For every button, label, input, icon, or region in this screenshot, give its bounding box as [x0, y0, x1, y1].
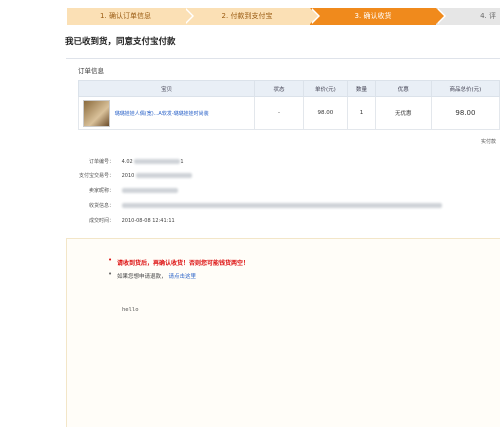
refund-link[interactable]: 请点击这里 [169, 274, 197, 280]
page-title: 我已收到货，同意支付宝付款 [65, 37, 176, 47]
step-confirm-receipt: 3. 确认收货 [310, 8, 446, 25]
step-label: 4. 评 [480, 12, 496, 20]
alipay-trade-row: 支付宝交易号： 2010 [66, 172, 192, 179]
product-link[interactable]: 璐璐娃娃人偶(宽)...A软发-璐璐娃娃时尚装 [115, 111, 209, 117]
alipay-trade-value: 2010 [121, 173, 135, 179]
order-table: 宝贝 状态 单价(元) 数量 优惠 商品总价(元) 璐璐娃娃人偶(宽)...A软… [77, 80, 500, 130]
product-cell: 璐璐娃娃人偶(宽)...A软发-璐璐娃娃时尚装 [77, 96, 256, 130]
column-header: 单价(元) [302, 80, 349, 97]
shipping-label: 收货信息： [88, 203, 114, 209]
hello-text: hello [122, 307, 139, 313]
discount-cell: 无优惠 [374, 96, 432, 130]
seller-row: 卖家昵称： [66, 187, 178, 194]
step-label: 2. 付款到支付宝 [221, 12, 273, 20]
refund-notice: 如果您想申请退款， 请点击这里 [117, 272, 196, 280]
product-thumbnail[interactable] [83, 99, 110, 127]
redacted-value [134, 159, 181, 164]
order-number-value: 4.02 [121, 159, 133, 165]
step-label: 1. 确认订单信息 [100, 12, 151, 20]
redacted-value [121, 203, 442, 208]
order-number-label: 订单编号： [88, 159, 114, 165]
column-header: 商品总价(元) [430, 80, 500, 97]
refund-text: 如果您想申请退款， [117, 274, 167, 280]
receipt-warning: 请收到货后，再确认收货！否则您可能钱货两空！ [117, 260, 250, 267]
price-cell: 98.00 [302, 96, 349, 130]
actual-payment-label: 实付款 [481, 139, 497, 145]
deal-time-row: 成交时间： 2010-08-08 12:41:11 [66, 217, 175, 224]
deal-time-label: 成交时间： [88, 218, 114, 224]
progress-steps: 1. 确认订单信息 2. 付款到支付宝 3. 确认收货 4. 评 [67, 8, 500, 25]
table-header-row: 宝贝 状态 单价(元) 数量 优惠 商品总价(元) [77, 80, 500, 97]
order-number-row: 订单编号： 4.02 1 [66, 158, 184, 165]
redacted-value [121, 188, 178, 193]
bullet-icon: • [108, 270, 113, 278]
alipay-trade-label: 支付宝交易号： [78, 173, 114, 179]
bullet-icon: • [108, 256, 113, 264]
step-confirm-order: 1. 确认订单信息 [67, 8, 194, 25]
quantity-cell: 1 [347, 96, 376, 130]
deal-time-value: 2010-08-08 12:41:11 [121, 218, 175, 224]
column-header: 优惠 [374, 80, 432, 97]
status-cell: - [254, 96, 304, 130]
step-pay-alipay: 2. 付款到支付宝 [184, 8, 320, 25]
shipping-row: 收货信息： [66, 202, 442, 209]
redacted-value [135, 173, 192, 178]
column-header: 状态 [254, 80, 304, 97]
step-label: 3. 确认收货 [354, 12, 392, 20]
table-row: 璐璐娃娃人偶(宽)...A软发-璐璐娃娃时尚装 - 98.00 1 无优惠 98… [77, 96, 500, 130]
total-cell: 98.00 [430, 96, 500, 130]
panel-title: 订单信息 [78, 67, 104, 75]
column-header: 宝贝 [77, 80, 256, 97]
seller-label: 卖家昵称： [88, 188, 114, 194]
column-header: 数量 [347, 80, 376, 97]
